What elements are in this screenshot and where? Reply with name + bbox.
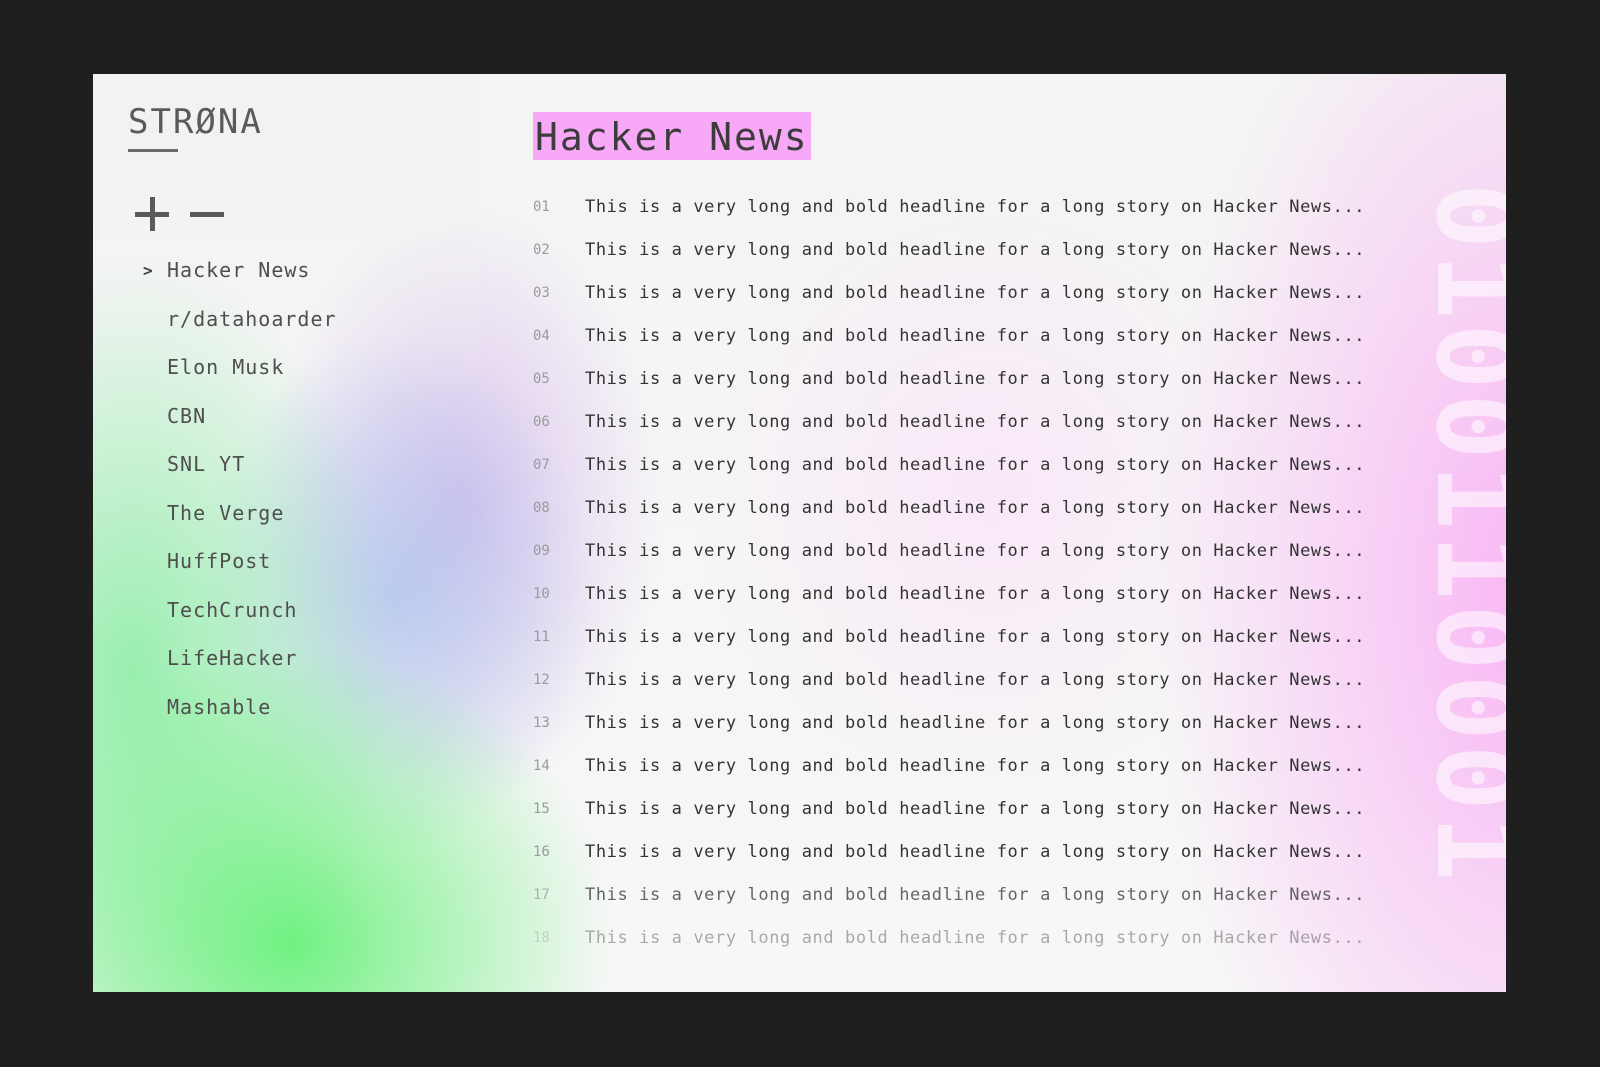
sidebar-item-huffpost[interactable]: HuffPost bbox=[143, 537, 337, 586]
chevron-right-icon: > bbox=[143, 260, 153, 280]
story-headline[interactable]: This is a very long and bold headline fo… bbox=[585, 498, 1365, 518]
story-headline[interactable]: This is a very long and bold headline fo… bbox=[585, 541, 1365, 561]
story-headline[interactable]: This is a very long and bold headline fo… bbox=[585, 885, 1365, 905]
story-row[interactable]: 08 This is a very long and bold headline… bbox=[533, 486, 1365, 529]
story-row[interactable]: 07 This is a very long and bold headline… bbox=[533, 443, 1365, 486]
sidebar-item-the-verge[interactable]: The Verge bbox=[143, 489, 337, 538]
story-row[interactable]: 10 This is a very long and bold headline… bbox=[533, 572, 1365, 615]
story-number: 17 bbox=[533, 886, 550, 903]
story-row[interactable]: 14 This is a very long and bold headline… bbox=[533, 744, 1365, 787]
story-headline[interactable]: This is a very long and bold headline fo… bbox=[585, 283, 1365, 303]
sidebar-item-techcrunch[interactable]: TechCrunch bbox=[143, 586, 337, 635]
story-headline[interactable]: This is a very long and bold headline fo… bbox=[585, 584, 1365, 604]
sidebar-item-hacker-news[interactable]: > Hacker News bbox=[143, 246, 337, 295]
story-number: 05 bbox=[533, 370, 550, 387]
story-row[interactable]: 09 This is a very long and bold headline… bbox=[533, 529, 1365, 572]
story-headline[interactable]: This is a very long and bold headline fo… bbox=[585, 627, 1365, 647]
sidebar-item-cbn[interactable]: CBN bbox=[143, 392, 337, 441]
story-row[interactable]: 18 This is a very long and bold headline… bbox=[533, 916, 1365, 959]
decorative-watermark: 0100110001 bbox=[1412, 182, 1506, 886]
sidebar-item-label: The Verge bbox=[167, 500, 285, 525]
story-row[interactable]: 03 This is a very long and bold headline… bbox=[533, 271, 1365, 314]
story-number: 04 bbox=[533, 327, 550, 344]
story-row[interactable]: 13 This is a very long and bold headline… bbox=[533, 701, 1365, 744]
story-headline[interactable]: This is a very long and bold headline fo… bbox=[585, 412, 1365, 432]
story-number: 09 bbox=[533, 542, 550, 559]
plus-icon[interactable] bbox=[133, 194, 173, 234]
story-number: 06 bbox=[533, 413, 550, 430]
story-headline[interactable]: This is a very long and bold headline fo… bbox=[585, 756, 1365, 776]
story-number: 01 bbox=[533, 198, 550, 215]
story-number: 10 bbox=[533, 585, 550, 602]
story-headline[interactable]: This is a very long and bold headline fo… bbox=[585, 455, 1365, 475]
story-headline[interactable]: This is a very long and bold headline fo… bbox=[585, 799, 1365, 819]
story-headline[interactable]: This is a very long and bold headline fo… bbox=[585, 326, 1365, 346]
story-headline[interactable]: This is a very long and bold headline fo… bbox=[585, 842, 1365, 862]
story-list: 01 This is a very long and bold headline… bbox=[533, 185, 1365, 959]
story-number: 11 bbox=[533, 628, 550, 645]
story-headline[interactable]: This is a very long and bold headline fo… bbox=[585, 928, 1365, 948]
sidebar-item-label: HuffPost bbox=[167, 549, 272, 574]
story-number: 15 bbox=[533, 800, 550, 817]
sidebar-item-label: LifeHacker bbox=[167, 646, 298, 671]
story-row[interactable]: 01 This is a very long and bold headline… bbox=[533, 185, 1365, 228]
story-number: 14 bbox=[533, 757, 550, 774]
story-row[interactable]: 04 This is a very long and bold headline… bbox=[533, 314, 1365, 357]
story-number: 07 bbox=[533, 456, 550, 473]
story-headline[interactable]: This is a very long and bold headline fo… bbox=[585, 713, 1365, 733]
sidebar-item-elon-musk[interactable]: Elon Musk bbox=[143, 343, 337, 392]
app-window: 0100110001 STRØNA > Hacker News r/dataho… bbox=[93, 74, 1506, 992]
story-row[interactable]: 11 This is a very long and bold headline… bbox=[533, 615, 1365, 658]
sidebar-item-r-datahoarder[interactable]: r/datahoarder bbox=[143, 295, 337, 344]
logo-underline bbox=[128, 149, 178, 152]
story-number: 13 bbox=[533, 714, 550, 731]
story-number: 03 bbox=[533, 284, 550, 301]
sidebar-item-label: SNL YT bbox=[167, 452, 246, 477]
story-row[interactable]: 15 This is a very long and bold headline… bbox=[533, 787, 1365, 830]
story-headline[interactable]: This is a very long and bold headline fo… bbox=[585, 240, 1365, 260]
minus-icon[interactable] bbox=[188, 194, 228, 234]
sidebar-item-label: TechCrunch bbox=[167, 597, 298, 622]
story-number: 18 bbox=[533, 929, 550, 946]
sidebar-item-label: Hacker News bbox=[167, 258, 311, 283]
story-row[interactable]: 02 This is a very long and bold headline… bbox=[533, 228, 1365, 271]
app-logo: STRØNA bbox=[128, 102, 263, 142]
story-number: 08 bbox=[533, 499, 550, 516]
story-headline[interactable]: This is a very long and bold headline fo… bbox=[585, 670, 1365, 690]
story-number: 02 bbox=[533, 241, 550, 258]
page-title-highlight: Hacker News bbox=[533, 112, 811, 160]
story-number: 16 bbox=[533, 843, 550, 860]
sidebar-item-label: r/datahoarder bbox=[167, 306, 337, 331]
sidebar-item-label: Mashable bbox=[167, 694, 272, 719]
sidebar-item-snl-yt[interactable]: SNL YT bbox=[143, 440, 337, 489]
story-row[interactable]: 17 This is a very long and bold headline… bbox=[533, 873, 1365, 916]
story-headline[interactable]: This is a very long and bold headline fo… bbox=[585, 197, 1365, 217]
feed-list: > Hacker News r/datahoarder Elon Musk CB… bbox=[143, 246, 337, 731]
page-title: Hacker News bbox=[535, 115, 809, 159]
sidebar-item-lifehacker[interactable]: LifeHacker bbox=[143, 634, 337, 683]
story-row[interactable]: 12 This is a very long and bold headline… bbox=[533, 658, 1365, 701]
story-number: 12 bbox=[533, 671, 550, 688]
story-row[interactable]: 06 This is a very long and bold headline… bbox=[533, 400, 1365, 443]
story-headline[interactable]: This is a very long and bold headline fo… bbox=[585, 369, 1365, 389]
sidebar-item-label: CBN bbox=[167, 403, 207, 428]
sidebar-item-mashable[interactable]: Mashable bbox=[143, 683, 337, 732]
sidebar-item-label: Elon Musk bbox=[167, 355, 285, 380]
story-row[interactable]: 16 This is a very long and bold headline… bbox=[533, 830, 1365, 873]
story-row[interactable]: 05 This is a very long and bold headline… bbox=[533, 357, 1365, 400]
